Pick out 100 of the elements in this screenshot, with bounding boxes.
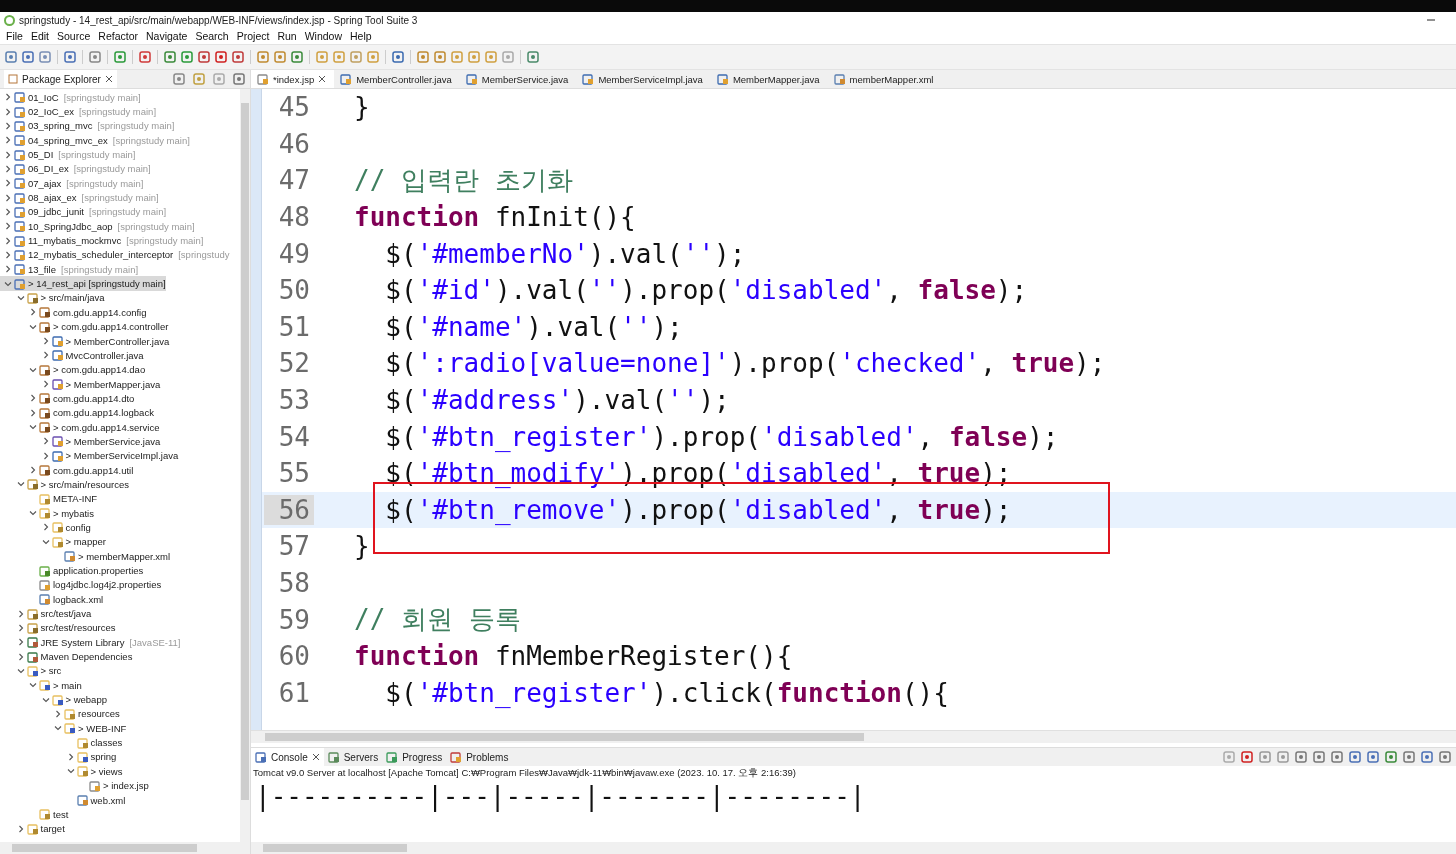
window-title: springstudy - 14_rest_api/src/main/webapp/WEB-INF/views/index.jsp - Spring Tool Suite 3	[19, 14, 418, 26]
horizontal-scrollbar[interactable]	[251, 730, 1456, 743]
tree-item[interactable]: 03_spring_mvc [springstudy main]	[0, 118, 175, 134]
tree-item[interactable]: > main	[0, 678, 82, 693]
file-icon	[39, 578, 51, 591]
tree-item[interactable]: > memberMapper.xml	[0, 549, 171, 564]
tree-item[interactable]: com.gdu.app14.dto	[0, 391, 135, 406]
vertical-scrollbar[interactable]	[240, 89, 250, 842]
tree-item[interactable]: 05_DI [springstudy main]	[0, 147, 136, 162]
tree-item[interactable]: > mybatis	[0, 505, 94, 521]
line-number: 58	[277, 568, 311, 598]
line-number: 50	[277, 275, 311, 306]
library-icon	[26, 650, 39, 663]
editor-tab[interactable]: MemberMapper.java	[710, 70, 828, 88]
tree-item[interactable]: com.gdu.app14.logback	[0, 405, 154, 420]
tree-item[interactable]: application.properties	[0, 563, 144, 578]
code-line: $(':radio[value=none]').prop('checked', true);	[384, 348, 1106, 379]
tree-item[interactable]: src/test/java	[0, 606, 92, 621]
tree-item[interactable]: 08_ajax_ex [springstudy main]	[0, 190, 159, 205]
menu-item[interactable]: Navigate	[142, 30, 192, 42]
menu-item[interactable]: Refactor	[94, 30, 142, 42]
tree-item[interactable]: > com.gdu.app14.dao	[0, 362, 146, 377]
tree-item[interactable]: > mapper	[0, 534, 106, 549]
tree-item[interactable]: > 14_rest_api [springstudy main]	[0, 276, 166, 291]
tree-item[interactable]: com.gdu.app14.config	[0, 305, 147, 320]
console-tab[interactable]: Console	[251, 748, 324, 766]
view-tab[interactable]: Package Explorer	[4, 70, 117, 88]
editor-tab[interactable]: memberMapper.xml	[827, 70, 942, 88]
menu-item[interactable]: Source	[53, 30, 95, 42]
line-number: 53	[277, 385, 311, 416]
tree-item[interactable]: MvcController.java	[0, 348, 144, 363]
tree-item[interactable]: test	[0, 807, 69, 822]
tree-item[interactable]: > MemberService.java	[0, 434, 161, 449]
project-icon	[14, 148, 26, 161]
console-tab[interactable]: Problems	[446, 748, 513, 766]
project-icon	[14, 234, 26, 247]
line-number: 55	[277, 458, 311, 489]
console-output-line: |----------|---|-----|-------|--------|	[255, 780, 867, 812]
tree-item[interactable]: classes	[0, 735, 123, 750]
code-line: $('#btn_register').click(function(){	[384, 677, 949, 708]
tree-item[interactable]: logback.xml	[0, 592, 104, 607]
tree-item[interactable]: > index.jsp	[0, 778, 149, 793]
line-number: 59	[277, 604, 311, 635]
tree-item[interactable]: > MemberServiceImpl.java	[0, 448, 179, 463]
tree-item[interactable]: web.xml	[0, 792, 126, 808]
tree-item[interactable]: 02_IoC_ex [springstudy main]	[0, 104, 157, 119]
menu-item[interactable]: Edit	[26, 30, 53, 42]
line-number: 56	[264, 494, 314, 525]
tree-item[interactable]: target	[0, 821, 65, 836]
interface-file-icon	[51, 378, 64, 391]
tree-item[interactable]: 01_IoC [springstudy main]	[0, 90, 141, 105]
tree-item[interactable]: 04_spring_mvc_ex [springstudy main]	[0, 133, 190, 148]
tree-item[interactable]: 06_DI_ex [springstudy main]	[0, 161, 151, 177]
menu-item[interactable]: Window	[300, 30, 347, 42]
tree-item[interactable]: META-INF	[0, 491, 98, 506]
tree-item[interactable]: > com.gdu.app14.service	[0, 419, 160, 435]
menu-item[interactable]: Run	[273, 30, 301, 42]
tree-item[interactable]: JRE System Library [JavaSE-11]	[0, 635, 181, 650]
library-icon	[26, 636, 39, 649]
tree-item[interactable]: Maven Dependencies	[0, 649, 133, 664]
problems-icon	[450, 751, 463, 763]
menu-item[interactable]: Search	[191, 30, 233, 42]
menu-item[interactable]: Help	[346, 30, 376, 42]
tree-item[interactable]: > src/main/java	[0, 290, 105, 306]
project-icon	[14, 205, 26, 218]
editor-tab[interactable]: *index.jsp	[251, 70, 335, 88]
tree-item[interactable]: 07_ajax [springstudy main]	[0, 176, 144, 191]
menu-item[interactable]: File	[2, 30, 27, 42]
console-tab[interactable]: Progress	[382, 748, 447, 766]
code-comment: // 회원 등록	[354, 603, 521, 637]
menu-item[interactable]: Project	[232, 30, 274, 42]
tree-item[interactable]: 10_SpringJdbc_aop [springstudy main]	[0, 219, 195, 234]
editor-tab[interactable]: MemberServiceImpl.java	[576, 70, 711, 88]
editor-tab[interactable]: MemberController.java	[334, 70, 460, 88]
horizontal-scrollbar[interactable]	[0, 842, 250, 854]
tree-item[interactable]: > com.gdu.app14.controller	[0, 319, 169, 334]
line-number: 51	[277, 311, 311, 342]
source-folder-icon	[26, 478, 39, 491]
java-file-icon	[51, 449, 64, 462]
project-icon	[14, 191, 26, 204]
tree-item[interactable]: 12_mybatis_scheduler_interceptor [springstudy	[0, 247, 230, 263]
tree-item[interactable]: > src	[0, 663, 62, 679]
editor-tab[interactable]: MemberService.java	[459, 70, 577, 88]
tree-item[interactable]: > WEB-INF	[0, 721, 127, 736]
horizontal-scrollbar[interactable]	[251, 842, 1456, 854]
tree-item[interactable]: > MemberController.java	[0, 333, 170, 349]
tree-item[interactable]: com.gdu.app14.util	[0, 462, 134, 478]
tree-item[interactable]: > src/main/resources	[0, 477, 129, 492]
tree-item[interactable]: resources	[0, 706, 120, 722]
tree-item[interactable]: > views	[0, 764, 123, 779]
tree-item[interactable]: 09_jdbc_junit [springstudy main]	[0, 204, 167, 220]
console-tab[interactable]: Servers	[323, 748, 383, 766]
tree-item[interactable]: config	[0, 520, 91, 535]
tree-item[interactable]: 13_file [springstudy main]	[0, 262, 139, 277]
tree-item[interactable]: spring	[0, 749, 117, 765]
tree-item[interactable]: > webapp	[0, 692, 107, 707]
tree-item[interactable]: > MemberMapper.java	[0, 376, 161, 392]
tree-item[interactable]: src/test/resources	[0, 620, 116, 636]
tree-item[interactable]: log4jdbc.log4j2.properties	[0, 577, 162, 593]
tree-item[interactable]: 11_mybatis_mockmvc [springstudy main]	[0, 233, 204, 248]
